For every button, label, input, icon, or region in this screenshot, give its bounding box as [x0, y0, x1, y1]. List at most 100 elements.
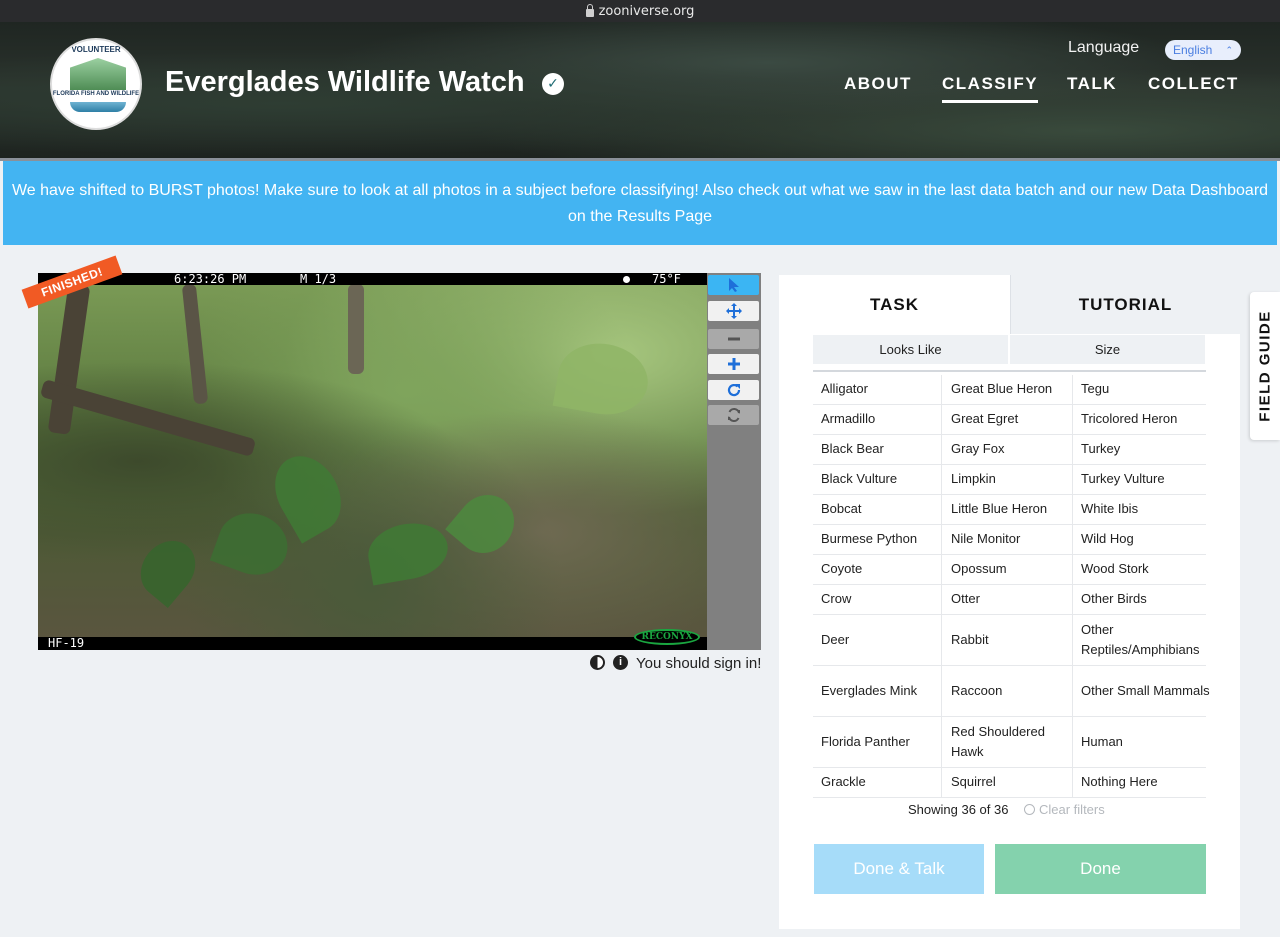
language-value: English — [1173, 43, 1213, 57]
nav-collect[interactable]: COLLECT — [1148, 74, 1239, 94]
leaf — [445, 483, 526, 565]
choice-option[interactable]: Florida Panther — [813, 717, 942, 767]
minus-icon — [727, 337, 740, 341]
fallen-log — [39, 379, 257, 457]
camera-temp: 75°F — [652, 273, 681, 286]
choice-option[interactable]: Great Egret — [942, 405, 1073, 434]
nav-classify[interactable]: CLASSIFY — [942, 74, 1039, 103]
sign-in-text[interactable]: You should sign in! — [636, 655, 761, 672]
choice-option[interactable]: Turkey Vulture — [1073, 465, 1218, 494]
camera-trap-photo — [38, 283, 707, 639]
choice-row: Crow Otter Other Birds — [813, 585, 1206, 615]
choice-row: Alligator Great Blue Heron Tegu — [813, 375, 1206, 405]
refresh-icon — [727, 407, 740, 423]
choice-option[interactable]: Rabbit — [942, 615, 1073, 665]
rotate-icon — [727, 383, 740, 397]
choice-option[interactable]: White Ibis — [1073, 495, 1218, 524]
pan-tool-button[interactable] — [708, 301, 759, 321]
camera-frame: M 1/3 — [300, 273, 337, 286]
subject-image[interactable]: 6:23:26 PM M 1/3 75°F HF-19 RECONYX — [38, 273, 707, 650]
select-arrows-icon: ⌃ — [1225, 45, 1233, 55]
choice-row: Bobcat Little Blue Heron White Ibis — [813, 495, 1206, 525]
zoom-in-button[interactable] — [708, 354, 759, 374]
choice-option[interactable]: Black Bear — [813, 435, 942, 464]
choice-row: Everglades Mink Raccoon Other Small Mammal… — [813, 666, 1210, 717]
project-logo[interactable]: VOLUNTEER FLORIDA FISH AND WILDLIFE — [50, 38, 142, 130]
filter-divider — [813, 370, 1206, 372]
plus-icon — [727, 358, 740, 370]
field-guide-label: FIELD GUIDE — [1256, 310, 1274, 422]
nav-about[interactable]: ABOUT — [844, 74, 912, 94]
leaf — [552, 336, 654, 422]
choice-option[interactable]: Burmese Python — [813, 525, 942, 554]
choice-row: Armadillo Great Egret Tricolored Heron — [813, 405, 1206, 435]
info-icon[interactable]: i — [613, 655, 628, 670]
rotate-button[interactable] — [708, 380, 759, 400]
language-label: Language — [1068, 39, 1140, 56]
done-and-talk-button[interactable]: Done & Talk — [814, 844, 984, 894]
nav-talk[interactable]: TALK — [1067, 74, 1117, 94]
leaf — [129, 529, 207, 609]
filter-looks-like[interactable]: Looks Like — [813, 335, 1008, 364]
choice-option[interactable]: Other Reptiles/Amphibians — [1073, 615, 1218, 665]
choice-option[interactable]: Everglades Mink — [813, 666, 942, 716]
done-button[interactable]: Done — [995, 844, 1206, 894]
choice-option[interactable]: Squirrel — [942, 768, 1073, 797]
choice-option[interactable]: Coyote — [813, 555, 942, 584]
choice-option[interactable]: Great Blue Heron — [942, 375, 1073, 404]
url-text: zooniverse.org — [598, 3, 695, 19]
choice-option[interactable]: Tricolored Heron — [1073, 405, 1218, 434]
choice-option[interactable]: Turkey — [1073, 435, 1218, 464]
choice-option[interactable]: Bobcat — [813, 495, 942, 524]
pointer-tool-button[interactable] — [708, 275, 759, 295]
tree-trunk — [47, 283, 91, 435]
tab-task[interactable]: TASK — [779, 275, 1010, 334]
reset-button[interactable] — [708, 405, 759, 425]
choice-option[interactable]: Nothing Here — [1073, 768, 1218, 797]
image-toolbar — [707, 273, 761, 650]
logo-top-text: VOLUNTEER — [71, 45, 121, 54]
choice-option[interactable]: Limpkin — [942, 465, 1073, 494]
choice-option[interactable]: Human — [1073, 717, 1218, 767]
choice-option[interactable]: Black Vulture — [813, 465, 942, 494]
choice-option[interactable]: Otter — [942, 585, 1073, 614]
choice-option[interactable]: Raccoon — [942, 666, 1073, 716]
clear-filters-button[interactable]: Clear filters — [1024, 802, 1105, 817]
filter-size[interactable]: Size — [1010, 335, 1205, 364]
choice-option[interactable]: Red Shouldered Hawk — [942, 717, 1073, 767]
choice-option[interactable]: Wild Hog — [1073, 525, 1218, 554]
choice-option[interactable]: Alligator — [813, 375, 942, 404]
project-header: VOLUNTEER FLORIDA FISH AND WILDLIFE Ever… — [0, 22, 1280, 158]
choice-row: Grackle Squirrel Nothing Here — [813, 768, 1206, 798]
choice-option[interactable]: Crow — [813, 585, 942, 614]
logo-mid-text: FLORIDA FISH AND WILDLIFE — [52, 91, 140, 97]
camera-id: HF-19 — [48, 636, 85, 650]
field-guide-tab[interactable]: FIELD GUIDE — [1250, 292, 1280, 440]
choice-option[interactable]: Nile Monitor — [942, 525, 1073, 554]
choice-option[interactable]: Other Small Mammals — [1073, 666, 1218, 716]
choice-option[interactable]: Wood Stork — [1073, 555, 1218, 584]
camera-time: 6:23:26 PM — [174, 273, 247, 286]
logo-water — [70, 102, 126, 112]
choice-option[interactable]: Gray Fox — [942, 435, 1073, 464]
moon-icon — [623, 276, 630, 283]
leaf — [363, 517, 453, 586]
contrast-icon[interactable] — [590, 655, 605, 670]
tab-tutorial[interactable]: TUTORIAL — [1010, 275, 1240, 334]
project-title[interactable]: Everglades Wildlife Watch — [165, 66, 525, 99]
choice-option[interactable]: Tegu — [1073, 375, 1218, 404]
choice-option[interactable]: Grackle — [813, 768, 942, 797]
language-select[interactable]: English ⌃ — [1165, 40, 1241, 60]
choice-option[interactable]: Little Blue Heron — [942, 495, 1073, 524]
announcement-banner: We have shifted to BURST photos! Make su… — [3, 161, 1277, 245]
logo-graphic — [70, 58, 126, 90]
choice-option[interactable]: Armadillo — [813, 405, 942, 434]
choice-option[interactable]: Deer — [813, 615, 942, 665]
choice-option[interactable]: Opossum — [942, 555, 1073, 584]
verified-check-icon: ✓ — [542, 73, 564, 95]
browser-url-bar[interactable]: zooniverse.org — [0, 0, 1280, 22]
cursor-icon — [728, 278, 739, 292]
zoom-out-button[interactable] — [708, 329, 759, 349]
sign-in-notice: i You should sign in! — [590, 654, 762, 672]
choice-option[interactable]: Other Birds — [1073, 585, 1218, 614]
